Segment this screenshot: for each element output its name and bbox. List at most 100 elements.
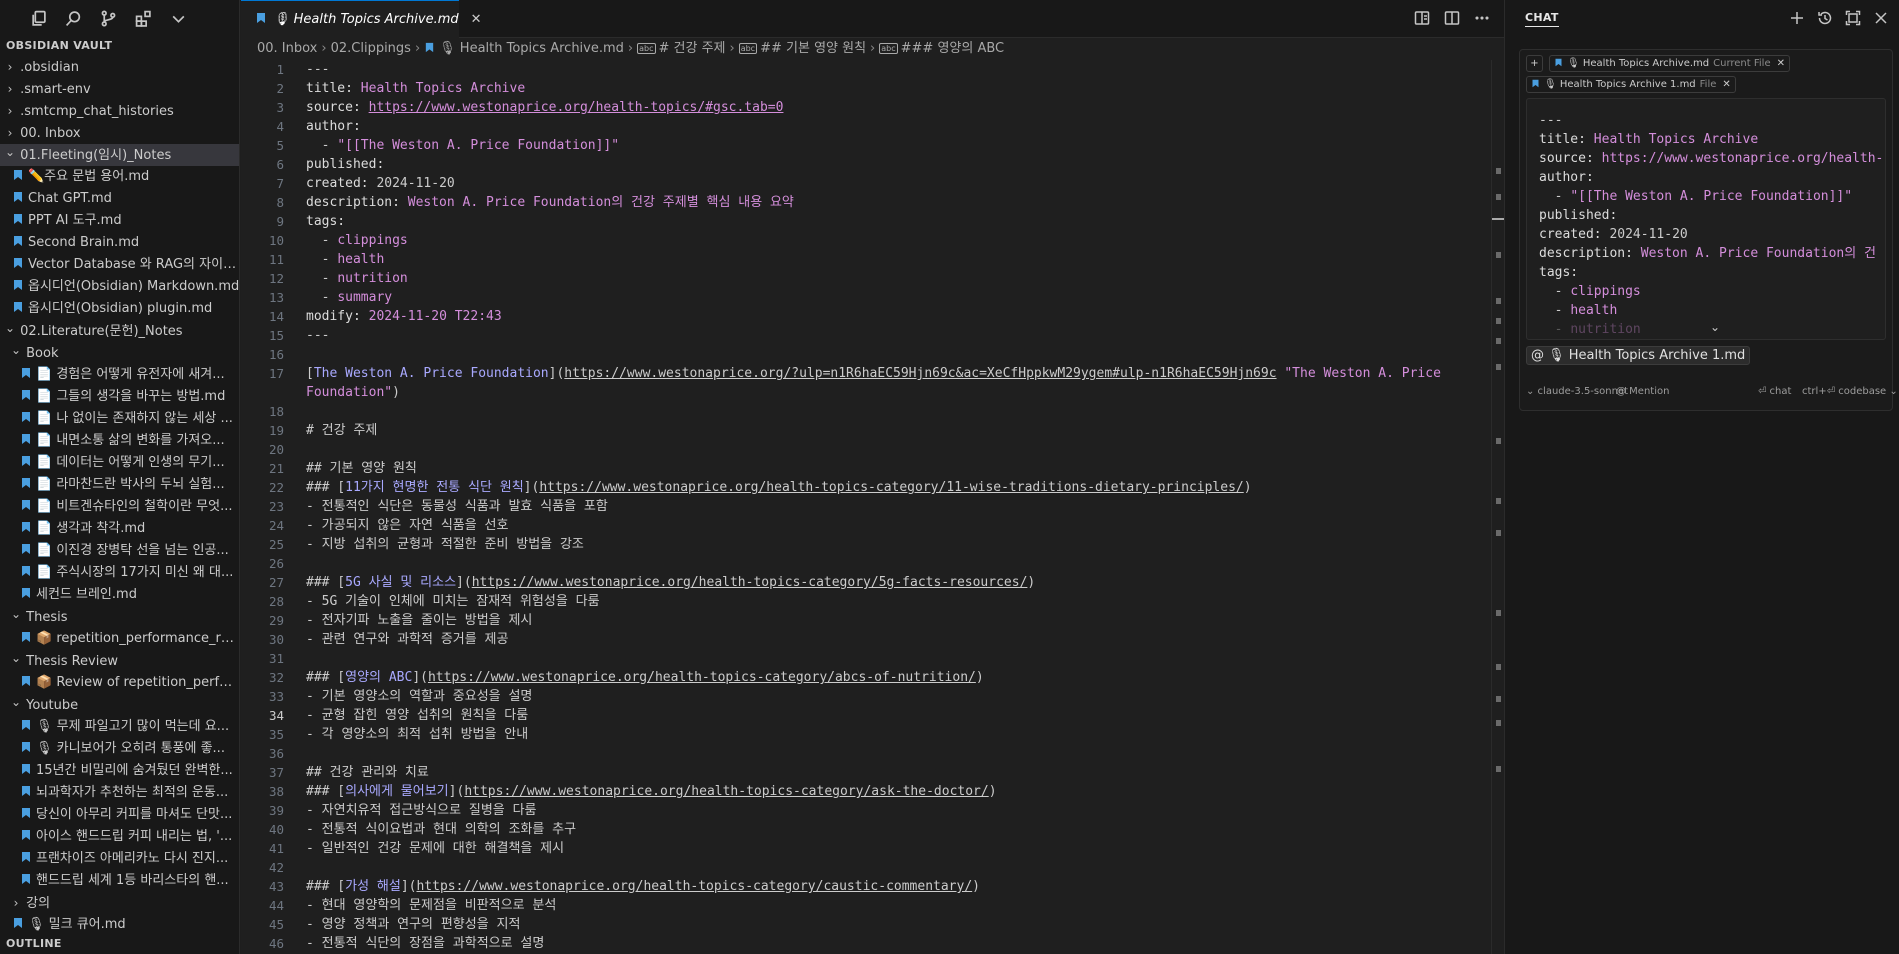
line-text[interactable]: # 건강 주제 xyxy=(284,421,1469,440)
breadcrumb-item[interactable]: 00. Inbox xyxy=(257,41,317,56)
tree-file[interactable]: 옵시디언(Obsidian) plugin.md xyxy=(0,298,239,320)
line-text[interactable]: - 관련 연구와 과학적 증거를 제공 xyxy=(284,630,1469,649)
chat-title[interactable]: CHAT xyxy=(1525,11,1559,27)
line-text[interactable]: title: Health Topics Archive xyxy=(284,79,1469,98)
breadcrumb-item[interactable]: 02.Clippings xyxy=(331,41,411,56)
line-text[interactable]: - 각 영양소의 최적 섭취 방법을 안내 xyxy=(284,725,1469,744)
line-text[interactable]: - 일반적인 건강 문제에 대한 해결책을 제시 xyxy=(284,839,1469,858)
chat-send-button[interactable]: ⏎ chat xyxy=(1758,386,1791,397)
split-editor-icon[interactable] xyxy=(1444,10,1460,26)
scrollbar[interactable] xyxy=(1491,60,1505,954)
code-editor[interactable]: 1 --- 2 title: Health Topics Archive 3 source… xyxy=(241,60,1491,954)
model-select[interactable]: ⌄ claude-3.5-sonnet xyxy=(1526,386,1628,397)
chat-input-box[interactable]: + 🎙 Health Topics Archive.md Current Fil… xyxy=(1519,49,1898,411)
tree-file[interactable]: 옵시디언(Obsidian) Markdown.md xyxy=(0,276,239,298)
line-text[interactable]: ### [11가지 현명한 전통 식단 원칙](https://www.west… xyxy=(284,478,1469,497)
tree-file[interactable]: ✏️주요 문법 용어.md xyxy=(0,166,239,188)
explorer-icon[interactable] xyxy=(30,10,47,27)
line-text[interactable]: - 현대 영양학의 문제점을 비판적으로 분석 xyxy=(284,896,1469,915)
context-chip-file[interactable]: 🎙 Health Topics Archive 1.md File ✕ xyxy=(1526,76,1736,93)
tree-file[interactable]: 📄 주식시장의 17가지 미신 왜 대... xyxy=(0,562,239,584)
line-text[interactable]: [The Weston A. Price Foundation](https:/… xyxy=(284,364,1469,402)
tree-file[interactable]: 📄 데이터는 어떻게 인생의 무기... xyxy=(0,452,239,474)
breadcrumb-item[interactable]: ## 기본 영양 원칙 xyxy=(760,41,866,56)
line-text[interactable]: - 지방 섭취의 균형과 적절한 준비 방법을 강조 xyxy=(284,535,1469,554)
tree-file[interactable]: 15년간 비밀리에 숨겨뒀던 완벽한... xyxy=(0,760,239,782)
close-icon[interactable]: ✕ xyxy=(1777,58,1785,69)
line-text[interactable]: modify: 2024-11-20 T22:43 xyxy=(284,307,1469,326)
line-text[interactable] xyxy=(284,402,1469,421)
tree-file[interactable]: 프랜차이즈 아메리카노 다시 진지... xyxy=(0,848,239,870)
tree-file[interactable]: 🎙 밀크 큐어.md xyxy=(0,914,239,936)
tree-file[interactable]: 📄 라마찬드란 박사의 두뇌 실험... xyxy=(0,474,239,496)
tree-file[interactable]: 뇌과학자가 추천하는 최적의 운동... xyxy=(0,782,239,804)
tree-folder[interactable]: ⌄ Thesis Review xyxy=(0,650,239,672)
tree-file[interactable]: 📄 이진경 장병탁 선을 넘는 인공... xyxy=(0,540,239,562)
open-preview-icon[interactable] xyxy=(1414,10,1430,26)
breadcrumb-item[interactable]: 🎙 Health Topics Archive.md xyxy=(439,41,624,56)
tree-file[interactable]: 📄 경험은 어떻게 유전자에 새겨... xyxy=(0,364,239,386)
line-text[interactable] xyxy=(284,858,1469,877)
close-icon[interactable]: ✕ xyxy=(471,12,482,27)
line-text[interactable]: - 전통적 식이요법과 현대 의학의 조화를 추구 xyxy=(284,820,1469,839)
line-text[interactable]: - nutrition xyxy=(284,269,1469,288)
tree-file[interactable]: 🎙 카니보어가 오히려 통풍에 좋... xyxy=(0,738,239,760)
tree-folder[interactable]: › 강의 xyxy=(0,892,239,914)
line-text[interactable]: tags: xyxy=(284,212,1469,231)
chevron-down-icon[interactable]: ⌄ xyxy=(1710,320,1720,334)
tree-file[interactable]: 📦 repetition_performance_rating... xyxy=(0,628,239,650)
mention-chip[interactable]: @ 🎙 Health Topics Archive 1.md xyxy=(1526,346,1751,365)
line-text[interactable]: --- xyxy=(284,60,1469,79)
line-text[interactable]: ### [의사에게 물어보기](https://www.westonaprice… xyxy=(284,782,1469,801)
history-icon[interactable] xyxy=(1817,10,1833,26)
codebase-button[interactable]: ctrl+⏎ codebase ⌄ xyxy=(1802,386,1898,397)
context-chip-current-file[interactable]: 🎙 Health Topics Archive.md Current File … xyxy=(1549,55,1790,72)
tree-folder[interactable]: › .smart-env xyxy=(0,78,239,100)
line-text[interactable] xyxy=(284,440,1469,459)
line-text[interactable]: --- xyxy=(284,326,1469,345)
tree-folder[interactable]: › 00. Inbox xyxy=(0,122,239,144)
tree-file[interactable]: Chat GPT.md xyxy=(0,188,239,210)
tree-folder[interactable]: ⌄ 01.Fleeting(임시)_Notes xyxy=(0,144,239,166)
line-text[interactable]: author: xyxy=(284,117,1469,136)
tree-file[interactable]: 📄 비트겐슈타인의 철학이란 무엇... xyxy=(0,496,239,518)
line-text[interactable]: ## 건강 관리와 치료 xyxy=(284,763,1469,782)
line-text[interactable]: - 영양 정책과 연구의 편향성을 지적 xyxy=(284,915,1469,934)
tree-file[interactable]: Vector Database 와 RAG의 자이점.... xyxy=(0,254,239,276)
line-text[interactable]: ## 기본 영양 원칙 xyxy=(284,459,1469,478)
tree-folder[interactable]: ⌄ Book xyxy=(0,342,239,364)
line-text[interactable]: - 기본 영양소의 역할과 중요성을 설명 xyxy=(284,687,1469,706)
line-text[interactable]: - clippings xyxy=(284,231,1469,250)
line-text[interactable] xyxy=(284,345,1469,364)
line-text[interactable] xyxy=(284,649,1469,668)
tab-health-topics-archive[interactable]: 🎙 Health Topics Archive.md ✕ xyxy=(241,0,482,38)
line-text[interactable] xyxy=(284,554,1469,573)
tree-file[interactable]: 당신이 아무리 커피를 마셔도 단맛... xyxy=(0,804,239,826)
chevron-down-icon[interactable] xyxy=(170,10,187,27)
tree-file[interactable]: 📄 생각과 착각.md xyxy=(0,518,239,540)
tree-file[interactable]: 📄 나 없이는 존재하지 않는 세상 ... xyxy=(0,408,239,430)
line-text[interactable]: ### [영양의 ABC](https://www.westonaprice.o… xyxy=(284,668,1469,687)
line-text[interactable]: published: xyxy=(284,155,1469,174)
tree-file[interactable]: PPT AI 도구.md xyxy=(0,210,239,232)
line-text[interactable]: - health xyxy=(284,250,1469,269)
tree-folder[interactable]: ⌄ Youtube xyxy=(0,694,239,716)
vault-section-title[interactable]: OBSIDIAN VAULT xyxy=(0,36,239,56)
tree-folder[interactable]: ⌄ Thesis xyxy=(0,606,239,628)
more-actions-icon[interactable] xyxy=(1474,10,1490,26)
breadcrumb-item[interactable]: # 건강 주제 xyxy=(659,41,726,56)
line-text[interactable]: - 전자기파 노출을 줄이는 방법을 제시 xyxy=(284,611,1469,630)
tree-file[interactable]: Second Brain.md xyxy=(0,232,239,254)
line-text[interactable]: ### [5G 사실 및 리소스](https://www.westonapri… xyxy=(284,573,1469,592)
line-text[interactable]: - summary xyxy=(284,288,1469,307)
tree-file[interactable]: 세컨드 브레인.md xyxy=(0,584,239,606)
outline-section-title[interactable]: OUTLINE xyxy=(0,934,239,954)
maximize-icon[interactable] xyxy=(1845,10,1861,26)
line-text[interactable] xyxy=(284,744,1469,763)
add-context-button[interactable]: + xyxy=(1526,55,1543,72)
line-text[interactable]: - 가공되지 않은 자연 식품을 선호 xyxy=(284,516,1469,535)
line-text[interactable]: created: 2024-11-20 xyxy=(284,174,1469,193)
line-text[interactable]: description: Weston A. Price Foundation의… xyxy=(284,193,1469,212)
mention-button[interactable]: @ Mention xyxy=(1616,386,1669,397)
line-text[interactable]: - 자연치유적 접근방식으로 질병을 다룸 xyxy=(284,801,1469,820)
